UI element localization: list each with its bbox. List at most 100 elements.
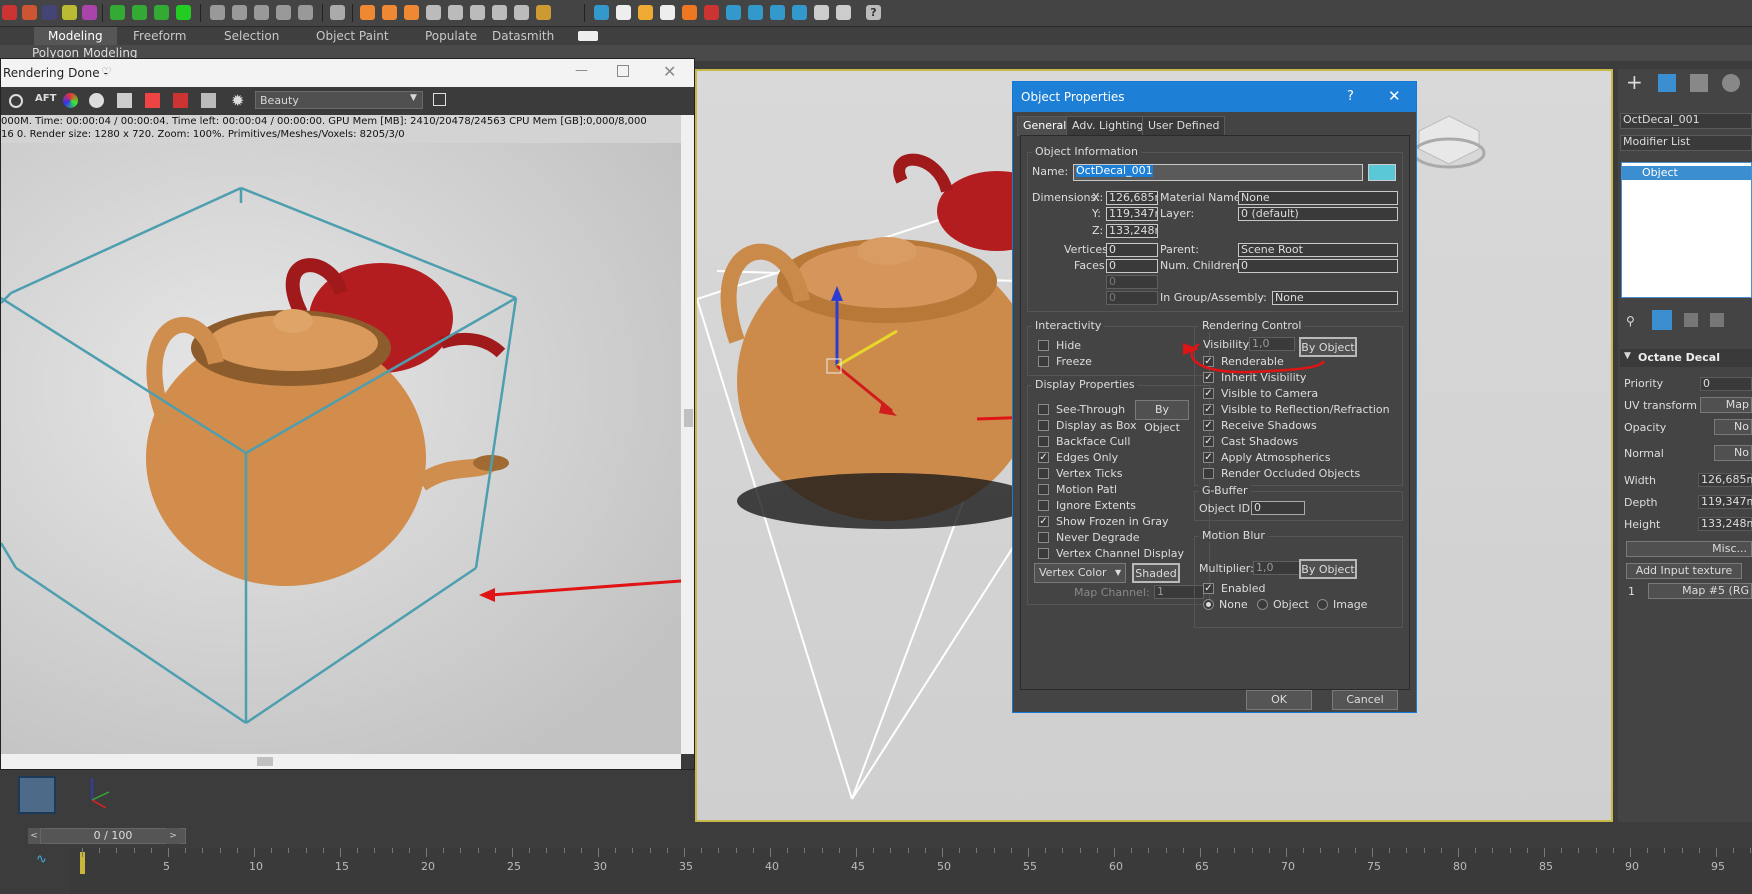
depth-field[interactable]: 119,347m bbox=[1698, 495, 1752, 509]
motion-blur-enabled-checkbox[interactable]: ✓ bbox=[1203, 583, 1214, 594]
edges-only-checkbox[interactable]: ✓ bbox=[1038, 452, 1049, 463]
map-slot-button[interactable]: Map #5 (RG bbox=[1648, 583, 1752, 599]
visibility-spinner[interactable]: 1,0 bbox=[1249, 337, 1295, 351]
placement-icon[interactable] bbox=[176, 5, 191, 20]
channel-icon[interactable] bbox=[89, 93, 104, 108]
octane-icon-1[interactable] bbox=[426, 5, 441, 20]
select-scale-icon[interactable] bbox=[154, 5, 169, 20]
receive-shadows-checkbox[interactable]: ✓ bbox=[1203, 420, 1214, 431]
maximize-icon[interactable] bbox=[617, 65, 629, 77]
aft-icon[interactable]: AFT bbox=[35, 93, 56, 104]
tab-modeling[interactable]: Modeling bbox=[34, 27, 117, 45]
scene-explorer-icon[interactable] bbox=[330, 5, 345, 20]
octane-icon-6[interactable] bbox=[536, 5, 551, 20]
minimize-icon[interactable]: — bbox=[575, 63, 588, 78]
octane-icon-17[interactable] bbox=[814, 5, 829, 20]
visible-to-camera-checkbox[interactable]: ✓ bbox=[1203, 388, 1214, 399]
time-next-icon[interactable]: > bbox=[166, 828, 180, 844]
undo-icon[interactable] bbox=[2, 5, 17, 20]
pause-icon[interactable] bbox=[232, 5, 247, 20]
cancel-button[interactable]: Cancel bbox=[1332, 690, 1398, 710]
octane-icon-9[interactable] bbox=[638, 5, 653, 20]
region-icon[interactable] bbox=[173, 93, 188, 108]
octane-icon-16[interactable] bbox=[792, 5, 807, 20]
vertex-channel-display-checkbox[interactable] bbox=[1038, 548, 1049, 559]
dialog-help-button[interactable]: ? bbox=[1347, 89, 1354, 104]
height-field[interactable]: 133,248m bbox=[1698, 517, 1752, 531]
octane-icon-10[interactable] bbox=[660, 5, 675, 20]
trash-icon[interactable] bbox=[298, 5, 313, 20]
display-as-box-checkbox[interactable] bbox=[1038, 420, 1049, 431]
render-vertical-scrollbar[interactable] bbox=[681, 115, 694, 754]
tab-user-defined[interactable]: User Defined bbox=[1142, 116, 1226, 136]
blur-none-radio[interactable] bbox=[1203, 599, 1214, 610]
timeline-track[interactable]: 5 10 15 20 25 30 35 40 45 50 55 60 65 70 75 80 85 90 95 bbox=[70, 848, 1752, 894]
save-image-icon[interactable] bbox=[145, 93, 160, 108]
settings-icon[interactable]: ✹ bbox=[231, 91, 244, 110]
motion-icon[interactable] bbox=[1722, 74, 1740, 92]
see-through-checkbox[interactable] bbox=[1038, 404, 1049, 415]
dialog-close-icon[interactable]: ✕ bbox=[1388, 87, 1401, 105]
width-field[interactable]: 126,685m bbox=[1698, 473, 1752, 487]
octane-icon-3[interactable] bbox=[470, 5, 485, 20]
redo-icon[interactable] bbox=[22, 5, 37, 20]
blur-image-radio[interactable] bbox=[1317, 599, 1328, 610]
octane-icon-4[interactable] bbox=[492, 5, 507, 20]
link-icon[interactable] bbox=[42, 5, 57, 20]
create-icon[interactable]: + bbox=[1626, 72, 1646, 93]
object-name-field[interactable]: OctDecal_001 bbox=[1620, 113, 1752, 129]
multiplier-spinner[interactable]: 1,0 bbox=[1253, 561, 1301, 575]
remove-modifier-icon[interactable] bbox=[1710, 313, 1724, 327]
octane-icon-13[interactable] bbox=[726, 5, 741, 20]
ok-button[interactable]: OK bbox=[1246, 690, 1312, 710]
pin-stack-icon[interactable]: ⚲ bbox=[1626, 314, 1635, 328]
octane-icon-14[interactable] bbox=[748, 5, 763, 20]
tab-general[interactable]: General bbox=[1017, 116, 1073, 136]
modify-icon[interactable] bbox=[1658, 74, 1676, 92]
expand-icon[interactable] bbox=[433, 93, 446, 106]
modifier-stack-item[interactable]: Object bbox=[1622, 166, 1751, 180]
tab-freeform[interactable]: Freeform bbox=[133, 27, 186, 45]
never-degrade-checkbox[interactable] bbox=[1038, 532, 1049, 543]
render-frame-window[interactable]: Rendering Done - ♡ — ✕ AFT ✹ Beauty ▼ 00… bbox=[0, 58, 695, 770]
ignore-extents-checkbox[interactable] bbox=[1038, 500, 1049, 511]
frame-display[interactable]: 0 / 100 bbox=[40, 828, 186, 844]
tab-populate[interactable]: Populate bbox=[425, 27, 477, 45]
backface-cull-checkbox[interactable] bbox=[1038, 436, 1049, 447]
time-slider[interactable]: < 0 / 100 > bbox=[20, 828, 186, 844]
display-by-object-button[interactable]: By Object bbox=[1135, 400, 1189, 434]
bind-space-warp-icon[interactable] bbox=[82, 5, 97, 20]
octane-icon-2[interactable] bbox=[448, 5, 463, 20]
motion-path-checkbox[interactable] bbox=[1038, 484, 1049, 495]
octane-icon-11[interactable] bbox=[682, 5, 697, 20]
normal-button[interactable]: No bbox=[1714, 445, 1752, 461]
color-wheel-icon[interactable] bbox=[63, 93, 78, 108]
render-frame-icon[interactable] bbox=[382, 5, 397, 20]
freeze-checkbox[interactable] bbox=[1038, 356, 1049, 367]
visible-to-reflection-checkbox[interactable]: ✓ bbox=[1203, 404, 1214, 415]
octane-icon-18[interactable] bbox=[836, 5, 851, 20]
object-properties-dialog[interactable]: Object Properties ? ✕ General Adv. Light… bbox=[1012, 81, 1417, 713]
display-icon[interactable] bbox=[117, 93, 132, 108]
octane-icon-12[interactable] bbox=[704, 5, 719, 20]
help-icon[interactable]: ? bbox=[866, 5, 881, 20]
viewport-layout-icon[interactable] bbox=[18, 776, 56, 814]
step-icon[interactable] bbox=[276, 5, 291, 20]
priority-field[interactable]: 0 bbox=[1700, 377, 1752, 391]
render-occluded-checkbox[interactable] bbox=[1203, 468, 1214, 479]
tab-adv-lighting[interactable]: Adv. Lighting bbox=[1066, 116, 1150, 136]
channel-dropdown[interactable]: Beauty ▼ bbox=[255, 91, 423, 109]
octane-icon-7[interactable] bbox=[594, 5, 609, 20]
tab-datasmith[interactable]: Datasmith bbox=[492, 27, 554, 45]
motion-blur-by-object-button[interactable]: By Object bbox=[1299, 559, 1357, 579]
misc-button[interactable]: Misc... bbox=[1626, 541, 1752, 557]
inherit-visibility-checkbox[interactable]: ✓ bbox=[1203, 372, 1214, 383]
apply-atmospherics-checkbox[interactable]: ✓ bbox=[1203, 452, 1214, 463]
close-icon[interactable]: ✕ bbox=[663, 62, 676, 81]
shaded-button[interactable]: Shaded bbox=[1132, 563, 1180, 583]
hide-checkbox[interactable] bbox=[1038, 340, 1049, 351]
select-move-icon[interactable] bbox=[110, 5, 125, 20]
object-color-swatch[interactable] bbox=[1368, 164, 1396, 181]
render-by-object-button[interactable]: By Object bbox=[1299, 337, 1357, 357]
octane-icon-5[interactable] bbox=[514, 5, 529, 20]
